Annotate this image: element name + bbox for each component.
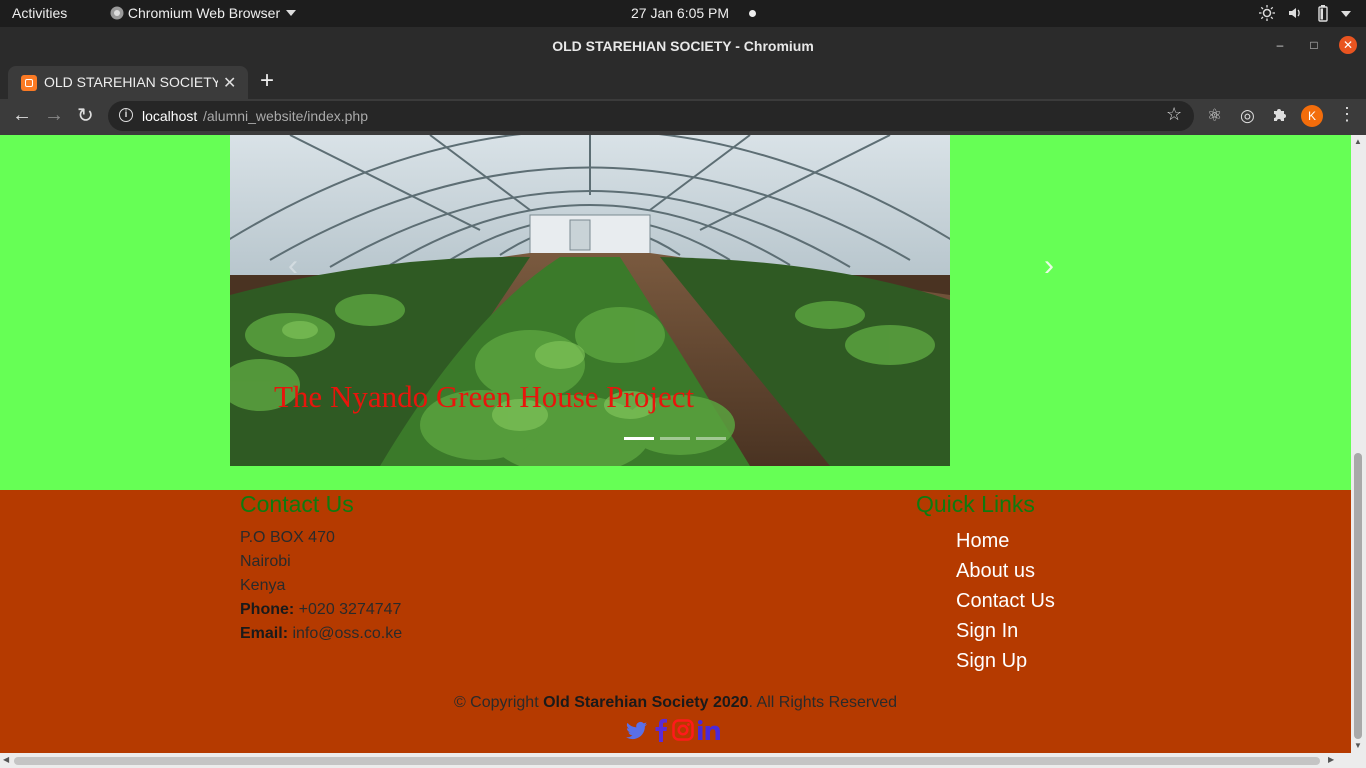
linkedin-icon[interactable] (698, 720, 720, 740)
address-line: Kenya (240, 577, 286, 594)
profile-avatar[interactable]: K (1301, 105, 1323, 127)
volume-icon[interactable] (1287, 5, 1303, 24)
carousel-prev-icon[interactable]: ‹ (288, 249, 298, 283)
quick-link-home[interactable]: Home (956, 530, 1009, 553)
scroll-up-arrow-icon[interactable]: ▲ (1354, 137, 1362, 146)
system-menu-arrow-icon[interactable] (1341, 11, 1351, 17)
quick-link-about[interactable]: About us (956, 560, 1035, 583)
copyright-prefix: © Copyright (453, 694, 539, 711)
bookmark-star-icon[interactable]: ☆ (1166, 104, 1182, 125)
tab-active[interactable]: OLD STAREHIAN SOCIETY ✕ (8, 66, 248, 99)
copyright: © Copyright Old Starehian Society 2020. … (0, 694, 1351, 712)
tab-close-icon[interactable]: ✕ (223, 73, 236, 93)
close-window-button[interactable]: ✕ (1339, 36, 1357, 54)
carousel-indicator-1[interactable] (624, 437, 654, 440)
vertical-scrollbar[interactable]: ▲ ▼ (1351, 135, 1366, 753)
email-label: Email: (240, 625, 289, 642)
carousel-indicator-3[interactable] (696, 437, 726, 440)
window-title-bar: OLD STAREHIAN SOCIETY - Chromium – □ ✕ (0, 27, 1366, 64)
tab-title: OLD STAREHIAN SOCIETY (44, 74, 218, 90)
instagram-icon[interactable] (672, 719, 694, 741)
xampp-favicon-icon (21, 75, 37, 91)
quick-link-contact[interactable]: Contact Us (956, 590, 1055, 613)
carousel-indicator-2[interactable] (660, 437, 690, 440)
twitter-icon[interactable] (626, 721, 648, 741)
greenhouse-photo (230, 135, 950, 466)
brightness-icon[interactable] (1259, 5, 1275, 24)
address-bar[interactable]: i localhost /alumni_website/index.php ☆ (108, 101, 1194, 131)
minimize-button[interactable]: – (1271, 36, 1289, 54)
activities-button[interactable]: Activities (12, 5, 67, 21)
scroll-left-arrow-icon[interactable]: ◀ (3, 755, 9, 764)
horizontal-scrollbar[interactable]: ◀ ▶ (0, 753, 1366, 768)
app-menu-label: Chromium Web Browser (128, 5, 296, 21)
phone-line: Phone: +020 3274747 (240, 601, 401, 619)
copyright-org: Old Starehian Society 2020 (543, 694, 749, 711)
scroll-down-arrow-icon[interactable]: ▼ (1354, 741, 1362, 750)
extensions-puzzle-icon[interactable] (1272, 106, 1288, 127)
scroll-right-arrow-icon[interactable]: ▶ (1328, 755, 1334, 764)
email-value: info@oss.co.ke (292, 625, 403, 642)
clock[interactable]: 27 Jan 6:05 PM (631, 5, 729, 21)
quick-link-sign-up[interactable]: Sign Up (956, 650, 1027, 673)
maximize-button[interactable]: □ (1305, 36, 1323, 54)
horizontal-scroll-thumb[interactable] (14, 757, 1320, 765)
url-path: /alumni_website/index.php (203, 108, 368, 124)
phone-value: +020 3274747 (298, 601, 402, 618)
os-top-bar: Activities Chromium Web Browser 27 Jan 6… (0, 0, 1366, 27)
facebook-icon[interactable] (655, 718, 667, 742)
carousel-slide-image: The Nyando Green House Project (230, 135, 950, 466)
quick-link-sign-in[interactable]: Sign In (956, 620, 1018, 643)
notification-dot-icon (749, 10, 756, 17)
quick-links-heading: Quick Links (916, 491, 1035, 517)
carousel-section: The Nyando Green House Project ‹ › (0, 135, 1351, 490)
address-line: Nairobi (240, 553, 291, 570)
address-line: P.O BOX 470 (240, 529, 335, 546)
window-title: OLD STAREHIAN SOCIETY - Chromium (552, 38, 814, 54)
footer: Contact Us P.O BOX 470 Nairobi Kenya Pho… (0, 490, 1351, 753)
page-viewport: The Nyando Green House Project ‹ › Conta… (0, 135, 1351, 753)
tab-strip: OLD STAREHIAN SOCIETY ✕ + (0, 64, 1366, 99)
app-menu[interactable]: Chromium Web Browser (110, 5, 296, 21)
phone-label: Phone: (240, 601, 295, 618)
forward-arrow-icon[interactable]: → (44, 104, 64, 127)
new-tab-button[interactable]: + (260, 67, 274, 95)
vertical-scroll-thumb[interactable] (1354, 453, 1362, 739)
browser-toolbar: ← → ↻ i localhost /alumni_website/index.… (0, 99, 1366, 135)
extension-target-icon[interactable]: ◎ (1240, 106, 1255, 126)
react-devtools-icon[interactable]: ⚛ (1207, 106, 1222, 126)
email-line: Email: info@oss.co.ke (240, 625, 402, 643)
copyright-suffix: . All Rights Reserved (748, 694, 898, 711)
carousel-next-icon[interactable]: › (1044, 249, 1054, 283)
browser-menu-icon[interactable]: ⋮ (1338, 104, 1356, 125)
contact-heading: Contact Us (240, 491, 354, 517)
battery-icon[interactable] (1316, 5, 1330, 25)
url-host: localhost (142, 108, 198, 124)
site-info-icon[interactable]: i (119, 108, 133, 122)
slide-caption: The Nyando Green House Project (274, 379, 695, 414)
chromium-icon (110, 6, 124, 20)
reload-icon[interactable]: ↻ (77, 103, 94, 128)
back-arrow-icon[interactable]: ← (12, 104, 32, 127)
